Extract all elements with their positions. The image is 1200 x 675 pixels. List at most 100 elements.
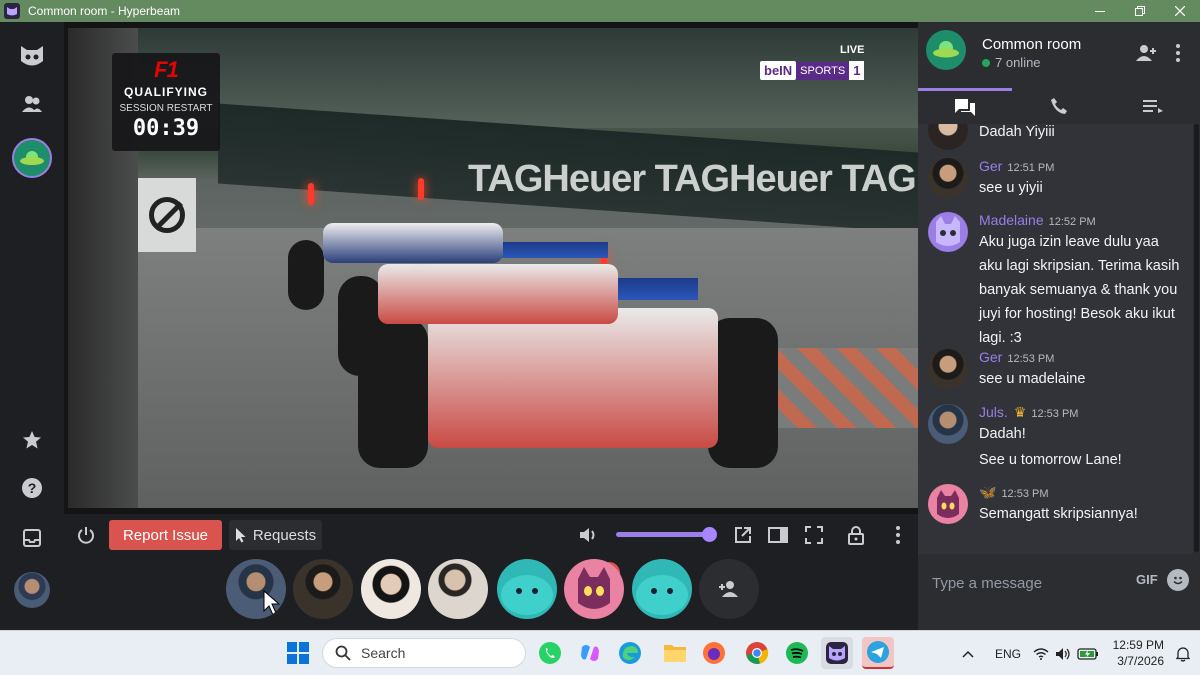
participant-avatar[interactable] <box>293 559 353 619</box>
restore-button[interactable] <box>1120 0 1160 22</box>
clock-time: 12:59 PM <box>1112 638 1164 652</box>
crown-icon: ♛ <box>1013 404 1027 420</box>
minimize-button[interactable] <box>1080 0 1120 22</box>
participant-avatar[interactable] <box>632 559 692 619</box>
butterfly-icon: 🦋 <box>979 484 997 500</box>
session-status: SESSION RESTART <box>119 103 213 114</box>
volume-slider-handle[interactable] <box>702 527 717 542</box>
message-author[interactable]: Madelaine 12:52 PM <box>979 212 1096 228</box>
volume-icon[interactable] <box>576 523 600 547</box>
room-avatar-ufo-icon[interactable] <box>12 138 52 178</box>
message-time: 12:53 PM <box>1001 488 1049 500</box>
taskbar-clock[interactable]: 12:59 PM 3/7/2026 <box>1108 637 1164 669</box>
speaker-icon[interactable] <box>1055 631 1071 675</box>
wifi-icon[interactable] <box>1033 631 1049 675</box>
ad-text: TAGHeuer TAGHeuer TAGHeuer <box>468 158 918 200</box>
room-avatar <box>926 30 966 70</box>
notifications-icon[interactable] <box>1176 631 1190 675</box>
room-name: Common room <box>982 36 1082 53</box>
firefox-icon[interactable] <box>698 637 730 669</box>
message-text: see u yiyii <box>979 180 1043 196</box>
emoji-icon[interactable] <box>1167 569 1189 591</box>
spotify-icon[interactable] <box>781 637 813 669</box>
live-indicator: LIVE <box>839 44 865 56</box>
message-avatar <box>928 124 968 150</box>
invite-user-button[interactable] <box>699 559 759 619</box>
file-explorer-icon[interactable] <box>659 637 691 669</box>
online-status-dot <box>982 58 990 67</box>
windows-start-icon[interactable] <box>282 637 314 669</box>
requests-label: Requests <box>252 526 317 544</box>
fullscreen-icon[interactable] <box>803 524 825 546</box>
show-hidden-icons[interactable] <box>962 631 974 675</box>
chevron-up-icon <box>962 650 974 658</box>
edge-icon[interactable] <box>614 637 646 669</box>
tab-chat[interactable] <box>918 88 1012 124</box>
message-author[interactable]: Ger 12:51 PM <box>979 158 1054 174</box>
inbox-icon[interactable] <box>12 518 52 558</box>
sidebar-toggle-icon[interactable] <box>767 524 789 546</box>
participant-avatar[interactable] <box>428 559 488 619</box>
language-indicator[interactable]: ENG <box>995 631 1021 675</box>
close-button[interactable] <box>1160 0 1200 22</box>
hyperbeam-logo-icon[interactable] <box>12 36 52 76</box>
chat-panel: Common room 7 online Dadah Yiyiii Ger 12:… <box>918 22 1200 630</box>
message-avatar <box>928 158 968 198</box>
bein-logo: beIN <box>760 61 797 80</box>
message-author[interactable]: 🦋 12:53 PM <box>979 484 1049 501</box>
battery-charging-icon[interactable] <box>1077 631 1099 675</box>
bein-sports-label: SPORTS <box>796 62 850 80</box>
message-author[interactable]: Ger 12:53 PM <box>979 349 1054 365</box>
clock-date: 3/7/2026 <box>1117 654 1164 668</box>
participant-avatar[interactable] <box>497 559 557 619</box>
chat-scrollbar-thumb[interactable] <box>1194 124 1199 552</box>
gif-button[interactable]: GIF <box>1136 572 1158 587</box>
help-icon[interactable]: ? <box>12 468 52 508</box>
message-time: 12:51 PM <box>1007 162 1055 174</box>
star-icon[interactable] <box>12 420 52 460</box>
message-avatar <box>928 484 968 524</box>
video-stream[interactable]: TAGHeuer TAGHeuer TAGHeuer F1 QUA <box>68 28 918 508</box>
phone-icon <box>1051 98 1067 114</box>
message-time: 12:52 PM <box>1048 216 1096 228</box>
message-input[interactable] <box>932 572 1132 594</box>
copilot-icon[interactable] <box>574 637 606 669</box>
chat-scrollbar[interactable] <box>1193 124 1200 554</box>
open-external-icon[interactable] <box>732 524 754 546</box>
chrome-icon[interactable] <box>741 637 773 669</box>
volume-slider[interactable] <box>616 527 717 542</box>
message-author[interactable]: Juls. ♛ 12:53 PM <box>979 404 1078 421</box>
add-member-icon[interactable] <box>1134 44 1156 67</box>
message-text: Dadah Yiyiii <box>979 124 1055 140</box>
power-icon[interactable] <box>74 523 98 547</box>
telegram-icon[interactable] <box>862 637 894 669</box>
whatsapp-icon[interactable] <box>534 637 566 669</box>
window-title: Common room - Hyperbeam <box>28 4 181 18</box>
report-issue-button[interactable]: Report Issue <box>109 520 222 550</box>
tab-queue[interactable] <box>1106 88 1200 124</box>
session-name: QUALIFYING <box>124 85 208 99</box>
user-avatar[interactable] <box>12 570 52 610</box>
taskbar-search[interactable]: Search <box>322 638 526 668</box>
participant-avatar[interactable] <box>564 559 624 619</box>
tab-call[interactable] <box>1012 88 1106 124</box>
participant-avatar[interactable] <box>226 559 286 619</box>
more-options-icon[interactable] <box>1176 44 1180 67</box>
more-options-icon[interactable] <box>890 523 906 547</box>
requests-button[interactable]: Requests <box>229 520 322 550</box>
participants-row <box>64 554 918 630</box>
message-text: Semangatt skripsiannya! <box>979 506 1138 522</box>
friends-icon[interactable] <box>12 84 52 124</box>
hyperbeam-app-icon <box>4 3 20 19</box>
participant-avatar[interactable] <box>361 559 421 619</box>
session-timer: 00:39 <box>132 116 200 141</box>
chat-tabs <box>918 88 1200 124</box>
hyperbeam-taskbar-icon[interactable] <box>821 637 853 669</box>
message-avatar <box>928 404 968 444</box>
search-placeholder: Search <box>361 645 406 661</box>
windows-taskbar: Search ENG 12:59 PM 3/7/2026 <box>0 630 1200 675</box>
message-avatar <box>928 349 968 389</box>
lock-icon[interactable] <box>845 523 867 547</box>
title-bar: Common room - Hyperbeam <box>0 0 1200 22</box>
pit-lane-sign <box>138 178 196 252</box>
